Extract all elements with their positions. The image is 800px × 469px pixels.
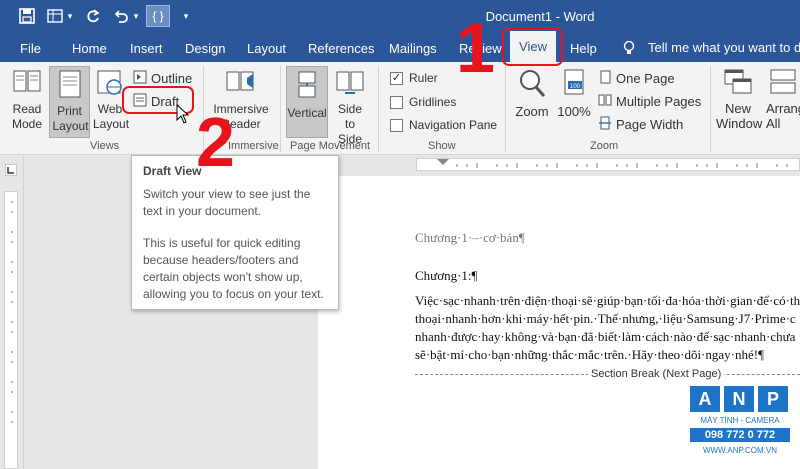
- zoom-100-button[interactable]: 100 100%: [556, 68, 592, 119]
- magnifier-icon: [512, 68, 552, 102]
- tell-me-box[interactable]: Tell me what you want to do: [648, 40, 800, 55]
- paragraph-line: nhanh·được·hay·không·và·bạn·đã·biết·làm·…: [415, 329, 796, 344]
- watermark-tagline: MÁY TÍNH - CAMERA: [700, 416, 780, 425]
- vertical-ruler-bar: [0, 155, 24, 469]
- one-page-button[interactable]: One Page: [598, 70, 675, 87]
- multiple-pages-button[interactable]: Multiple Pages: [598, 93, 701, 110]
- zoom-group-label: Zoom: [590, 140, 619, 152]
- immersive-reader-icon: [210, 68, 272, 100]
- word-window: ▾ ▾ { } ▾ Document1 - Word File Home Ins…: [0, 0, 800, 469]
- vertical-button[interactable]: Vertical: [286, 66, 328, 138]
- step-one-annotation: 1: [456, 9, 495, 87]
- view-tab-highlight: [502, 28, 563, 66]
- tab-layout[interactable]: Layout: [247, 41, 286, 56]
- tooltip-title: Draft View: [143, 164, 202, 178]
- watermark-letter: N: [724, 386, 754, 412]
- print-layout-icon: [50, 70, 89, 102]
- paragraph-line: Việc·sạc·nhanh·trên·điện·thoại·sẽ·giúp·b…: [415, 293, 800, 308]
- window-title: Document1 - Word: [485, 9, 595, 24]
- ribbon-view: Read Mode Print Layout Web Layout Outlin…: [0, 62, 800, 155]
- tab-insert[interactable]: Insert: [130, 41, 163, 56]
- separator: [505, 66, 506, 152]
- tab-home[interactable]: Home: [72, 41, 107, 56]
- new-window-icon: [716, 68, 760, 99]
- outline-icon: [133, 70, 147, 87]
- paragraph-line: sẽ·bật·mí·cho·bạn·những·thắc·mắc·trên.·H…: [415, 347, 764, 362]
- document-heading: Chương·1:¶: [415, 268, 478, 283]
- watermark-phone: 098 772 0 772: [690, 428, 790, 442]
- page-header-text: Chương·1·–·cơ·bản¶: [415, 230, 525, 245]
- paragraph-line: thoại·nhanh·hơn·khi·máy·hết·pin.·Thế·như…: [415, 311, 796, 326]
- arrange-all-icon: [764, 68, 800, 99]
- title-bar: ▾ ▾ { } ▾ Document1 - Word: [0, 0, 800, 34]
- separator: [378, 66, 379, 152]
- tooltip-description: Switch your view to see just the text in…: [143, 187, 311, 218]
- show-group-label: Show: [428, 140, 456, 152]
- outline-button[interactable]: Outline: [133, 70, 192, 87]
- page-width-icon: [598, 116, 612, 133]
- page-width-button[interactable]: Page Width: [598, 116, 683, 133]
- watermark-letter: P: [758, 386, 788, 412]
- tab-references[interactable]: References: [308, 41, 374, 56]
- horizontal-ruler[interactable]: [416, 158, 800, 171]
- mouse-cursor-icon: [176, 103, 190, 129]
- checkbox-icon: [390, 95, 403, 109]
- separator: [280, 66, 281, 152]
- ribbon-tabs: File Home Insert Design Layout Reference…: [0, 34, 800, 62]
- new-window-button[interactable]: New Window: [716, 68, 762, 131]
- checkbox-icon: ✓: [390, 71, 403, 85]
- vertical-ruler[interactable]: [4, 191, 18, 469]
- gridlines-checkbox[interactable]: Gridlines: [390, 95, 456, 109]
- arrange-all-button[interactable]: Arrange All: [764, 68, 800, 131]
- tab-file[interactable]: File: [20, 41, 41, 56]
- ruler-checkbox[interactable]: ✓ Ruler: [390, 71, 438, 85]
- separator: [710, 66, 711, 152]
- watermark-letter: A: [690, 386, 720, 412]
- vertical-icon: [287, 70, 327, 104]
- side-to-side-button[interactable]: Side to Side: [330, 68, 370, 147]
- lightbulb-icon: [622, 40, 636, 61]
- tab-help[interactable]: Help: [570, 41, 597, 56]
- read-mode-icon: [6, 68, 48, 100]
- checkbox-icon: [390, 118, 403, 132]
- svg-text:100: 100: [570, 84, 581, 90]
- tab-design[interactable]: Design: [185, 41, 225, 56]
- tooltip-details: This is useful for quick editing because…: [143, 236, 324, 301]
- one-page-icon: [598, 70, 612, 87]
- side-to-side-icon: [330, 68, 370, 100]
- anp-watermark: A N P MÁY TÍNH - CAMERA 098 772 0 772 WW…: [690, 386, 790, 462]
- page-movement-group-label: Page Movement: [290, 140, 371, 152]
- draft-view-tooltip: Draft View Switch your view to see just …: [131, 155, 339, 310]
- zoom-button[interactable]: Zoom: [512, 68, 552, 119]
- multiple-pages-icon: [598, 93, 612, 110]
- zoom-100-icon: 100: [556, 68, 592, 102]
- section-break-label: Section Break (Next Page): [588, 368, 725, 380]
- print-layout-button[interactable]: Print Layout: [49, 66, 90, 138]
- views-group-label: Views: [90, 140, 120, 152]
- navigation-pane-checkbox[interactable]: Navigation Pane: [390, 118, 497, 132]
- watermark-site: WWW.ANP.COM.VN: [702, 446, 778, 455]
- immersive-group-label: Immersive: [228, 140, 279, 152]
- read-mode-button[interactable]: Read Mode: [6, 68, 48, 132]
- step-two-annotation: 2: [196, 103, 235, 181]
- tab-selector-icon[interactable]: [4, 163, 18, 181]
- tab-mailings[interactable]: Mailings: [389, 41, 437, 56]
